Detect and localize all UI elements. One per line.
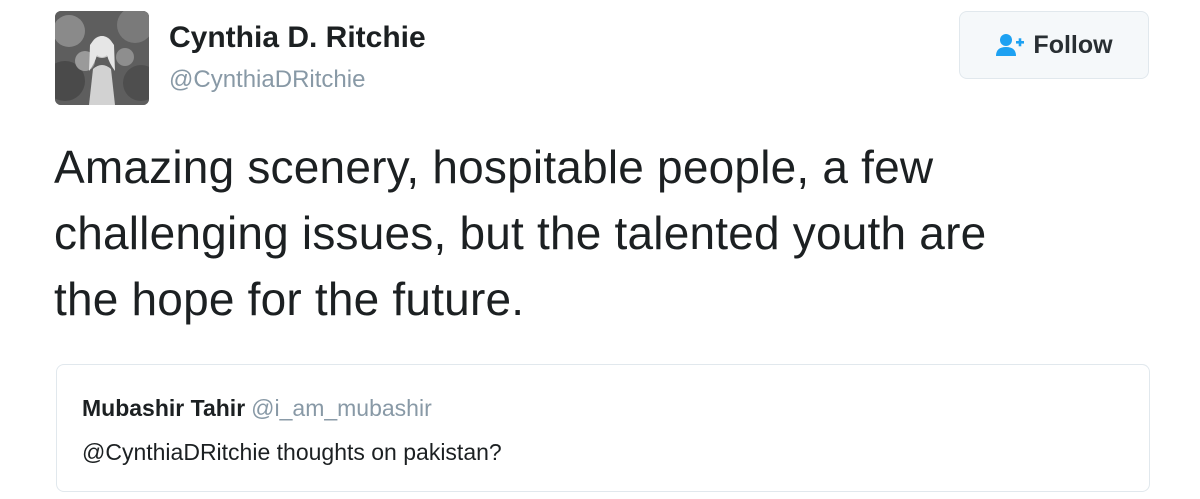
follow-button-label: Follow (1033, 30, 1113, 59)
follow-button[interactable]: Follow (959, 11, 1149, 79)
profile-photo-image (55, 11, 149, 105)
quoted-tweet-header: Mubashir Tahir @i_am_mubashir (82, 395, 432, 422)
tweet-text-line: the hope for the future. (54, 273, 525, 325)
author-handle[interactable]: @CynthiaDRitchie (169, 66, 365, 95)
quoted-author-handle: @i_am_mubashir (251, 395, 432, 421)
tweet-text: Amazing scenery, hospitable people, a fe… (54, 134, 1164, 332)
quoted-tweet-card[interactable]: Mubashir Tahir @i_am_mubashir @CynthiaDRi… (56, 364, 1150, 492)
quoted-tweet-text: @CynthiaDRitchie thoughts on pakistan? (82, 439, 502, 465)
author-display-name[interactable]: Cynthia D. Ritchie (169, 20, 426, 56)
tweet-text-line: challenging issues, but the talented you… (54, 207, 987, 259)
tweet-text-line: Amazing scenery, hospitable people, a fe… (54, 141, 934, 193)
author-avatar[interactable] (55, 11, 149, 105)
add-user-icon (995, 33, 1025, 57)
quoted-author-name: Mubashir Tahir (82, 395, 246, 421)
